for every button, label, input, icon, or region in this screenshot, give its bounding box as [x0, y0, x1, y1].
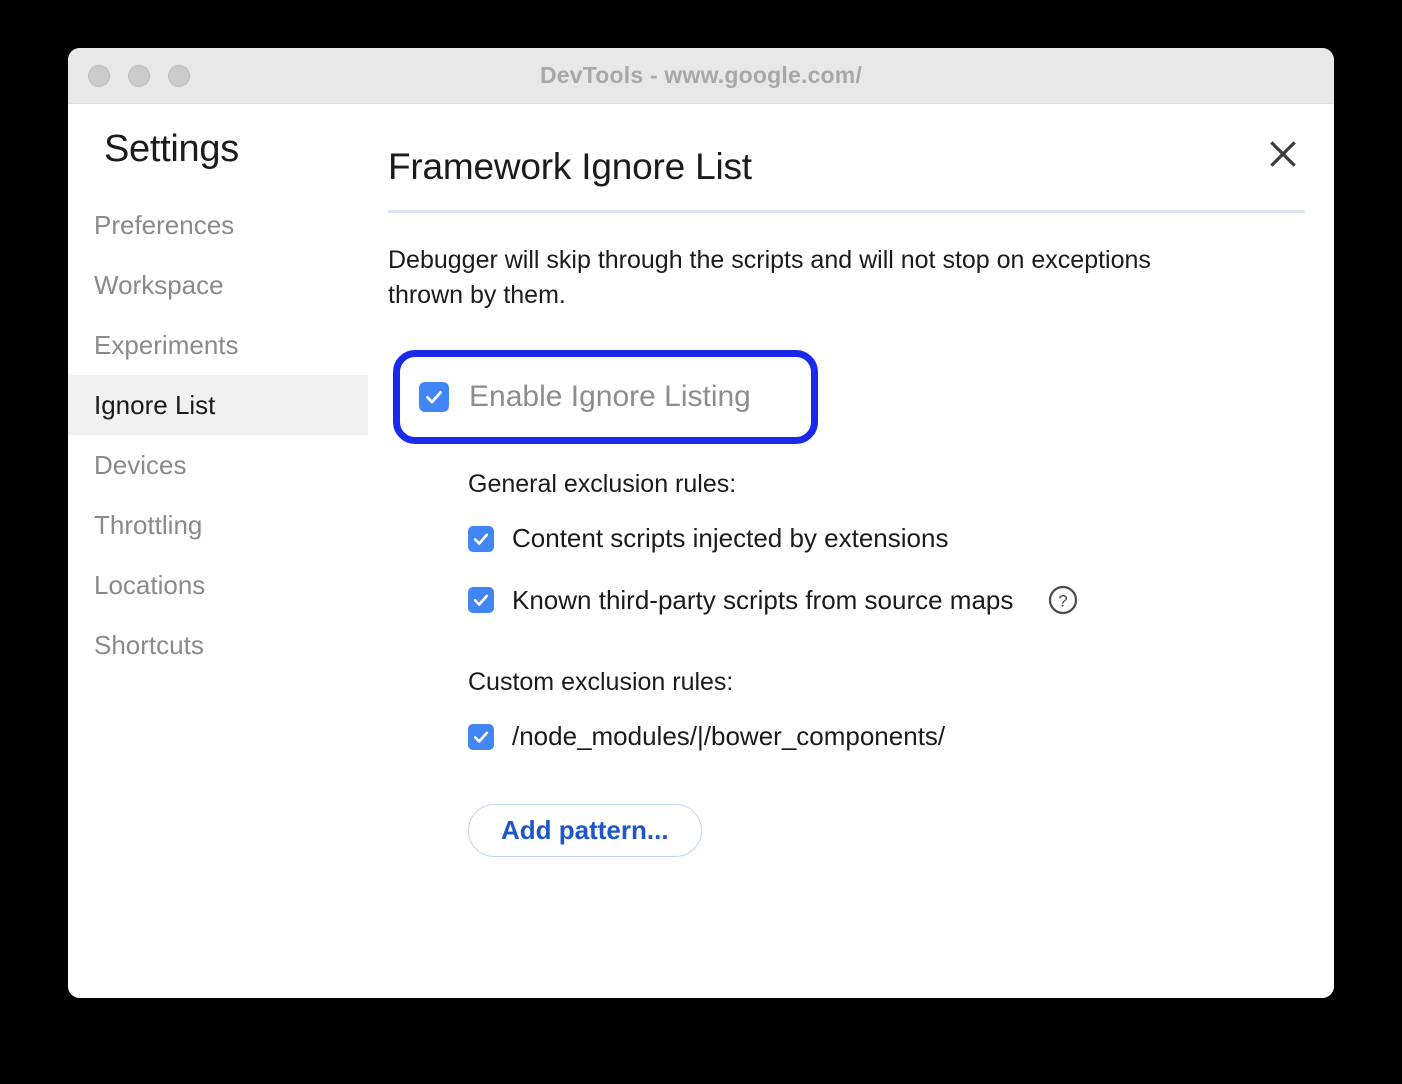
sidebar-item-label: Shortcuts	[94, 629, 204, 660]
sidebar-item-label: Throttling	[94, 509, 203, 540]
enable-ignore-listing-checkbox[interactable]	[419, 382, 449, 412]
sidebar-item-throttling[interactable]: Throttling	[68, 495, 368, 555]
checkmark-icon	[426, 391, 442, 404]
devtools-settings-window: DevTools - www.google.com/ Settings Pref…	[68, 48, 1334, 998]
rule-label: Content scripts injected by extensions	[512, 523, 949, 553]
enable-ignore-listing-row[interactable]: Enable Ignore Listing	[419, 350, 751, 444]
page-title: Framework Ignore List	[388, 146, 752, 187]
custom-pattern-checkbox[interactable]	[468, 723, 494, 750]
checkmark-icon	[473, 731, 489, 743]
sidebar-item-workspace[interactable]: Workspace	[68, 255, 368, 315]
window-titlebar: DevTools - www.google.com/	[68, 48, 1334, 104]
rule-row-content-scripts[interactable]: Content scripts injected by extensions	[468, 523, 1305, 554]
window-title: DevTools - www.google.com/	[539, 62, 863, 88]
window-body: Settings Preferences Workspace Experimen…	[68, 104, 1334, 998]
custom-exclusion-rules-label: Custom exclusion rules:	[468, 668, 734, 696]
enable-ignore-listing-label: Enable Ignore Listing	[469, 380, 751, 413]
sidebar-item-experiments[interactable]: Experiments	[68, 315, 368, 375]
svg-text:?: ?	[1059, 592, 1068, 611]
sidebar-item-label: Workspace	[94, 269, 224, 300]
help-button[interactable]: ?	[1047, 584, 1079, 616]
custom-pattern-label: /node_modules/|/bower_components/	[512, 721, 946, 751]
close-icon	[1270, 141, 1296, 167]
rule-label: Known third-party scripts from source ma…	[512, 584, 1014, 615]
settings-heading: Settings	[104, 128, 239, 170]
add-pattern-button[interactable]: Add pattern...	[468, 804, 702, 857]
sidebar-item-preferences[interactable]: Preferences	[68, 195, 368, 255]
sidebar-item-label: Preferences	[94, 209, 235, 240]
close-settings-button[interactable]	[1261, 132, 1305, 176]
sidebar-item-label: Devices	[94, 449, 187, 480]
sidebar-item-label: Experiments	[94, 329, 239, 360]
exclusion-rules-section: General exclusion rules: Content scripts…	[468, 470, 1305, 857]
sidebar-item-label: Locations	[94, 569, 206, 600]
panel-description: Debugger will skip through the scripts a…	[388, 246, 1151, 309]
help-circle-icon: ?	[1049, 585, 1078, 615]
sidebar-item-devices[interactable]: Devices	[68, 435, 368, 495]
general-exclusion-rules-label: General exclusion rules:	[468, 470, 737, 498]
close-window-button[interactable]	[88, 65, 110, 87]
sidebar-item-shortcuts[interactable]: Shortcuts	[68, 615, 368, 675]
rule-row-custom-pattern[interactable]: /node_modules/|/bower_components/	[468, 721, 1305, 752]
checkmark-icon	[473, 594, 489, 606]
desktop-background: DevTools - www.google.com/ Settings Pref…	[0, 0, 1402, 1084]
content-scripts-checkbox[interactable]	[468, 525, 494, 552]
sidebar-item-ignore-list[interactable]: Ignore List	[68, 375, 368, 435]
sidebar-item-locations[interactable]: Locations	[68, 555, 368, 615]
sidebar-item-label: Ignore List	[94, 389, 216, 420]
window-controls[interactable]	[88, 48, 190, 104]
checkmark-icon	[473, 533, 489, 545]
zoom-window-button[interactable]	[168, 65, 190, 87]
settings-main-panel: Framework Ignore List Debugger will skip…	[368, 104, 1334, 998]
third-party-scripts-checkbox[interactable]	[468, 587, 494, 613]
settings-sidebar: Settings Preferences Workspace Experimen…	[68, 104, 368, 998]
title-divider	[388, 210, 1305, 213]
rule-row-third-party-scripts[interactable]: Known third-party scripts from source ma…	[468, 584, 1305, 616]
minimize-window-button[interactable]	[128, 65, 150, 87]
enable-ignore-listing-container: Enable Ignore Listing	[393, 350, 818, 444]
